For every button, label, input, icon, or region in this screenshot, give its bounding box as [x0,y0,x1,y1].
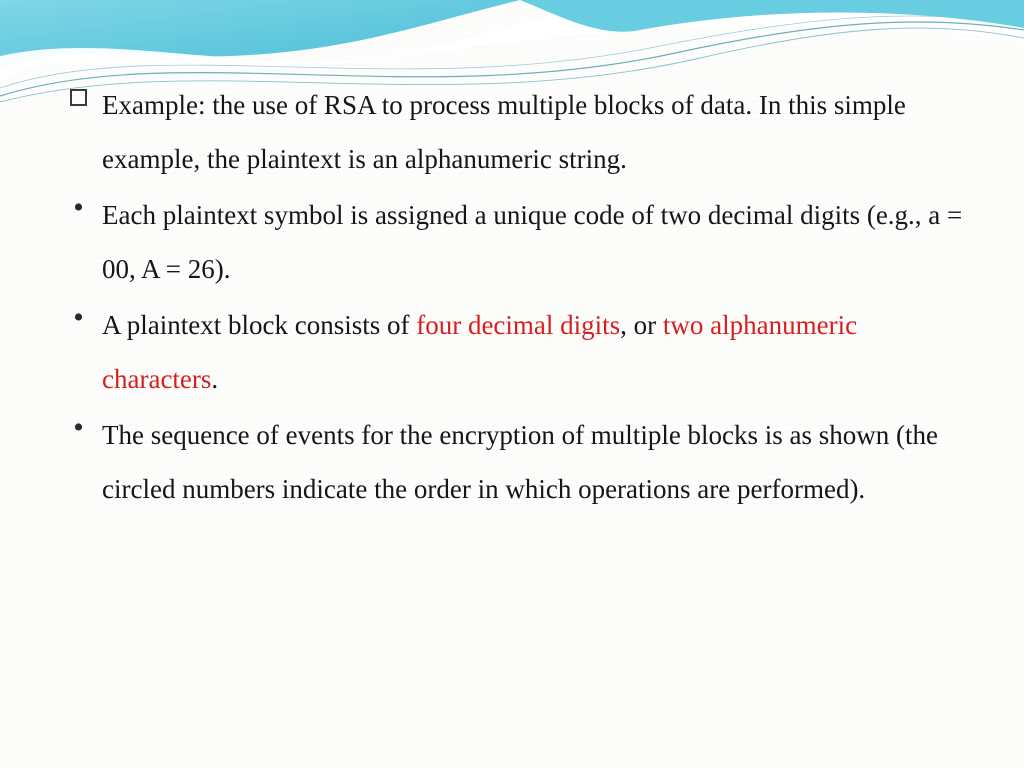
bullet-item-2: A plaintext block consists of four decim… [70,298,974,406]
dot-bullet-icon [70,419,87,436]
bullet-text: . [211,364,218,394]
dot-bullet-icon [70,309,87,326]
bullet-text: The sequence of events for the encryptio… [102,420,938,504]
bullet-text: A plaintext block consists of [102,310,416,340]
bullet-text: Each plaintext symbol is assigned a uniq… [102,200,962,284]
bullet-item-3: The sequence of events for the encryptio… [70,408,974,516]
bullet-item-0: Example: the use of RSA to process multi… [70,78,974,186]
bullet-item-1: Each plaintext symbol is assigned a uniq… [70,188,974,296]
bullet-text: , or [620,310,663,340]
bullet-text-highlight: four decimal digits [416,310,620,340]
bullet-list: Example: the use of RSA to process multi… [70,78,974,516]
dot-bullet-icon [70,199,87,216]
slide-content: Example: the use of RSA to process multi… [70,78,974,518]
square-bullet-icon [70,89,87,106]
bullet-text: Example: the use of RSA to process multi… [102,90,906,174]
